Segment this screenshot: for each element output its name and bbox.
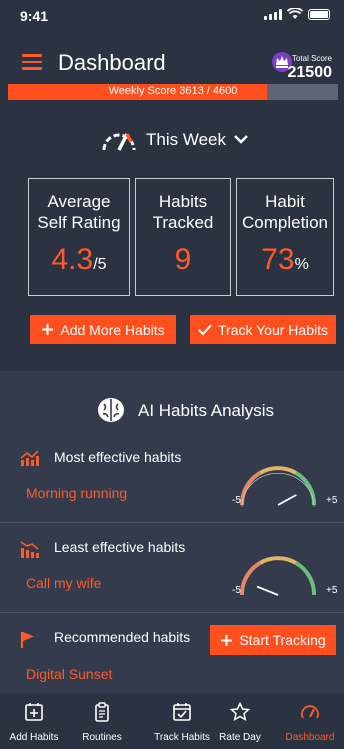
stat-card-self-rating: Average Self Rating 4.3/5: [28, 178, 130, 296]
add-more-habits-button[interactable]: Add More Habits: [30, 315, 176, 344]
effectiveness-gauge: [239, 466, 317, 507]
status-icons: [264, 8, 330, 20]
chevron-down-icon: [234, 135, 248, 144]
ai-analysis-section: AI Habits Analysis Most effective habits…: [0, 371, 344, 694]
weekly-score-bar: Weekly Score 3613 / 4600: [8, 84, 338, 100]
speedometer-icon: [301, 705, 319, 719]
total-score-label: Total Score: [291, 54, 332, 63]
gauge-max-label: +5: [326, 585, 338, 596]
page-title: Dashboard: [58, 50, 166, 75]
bottom-tab-bar: Add Habits Routines Track Habits Rate Da…: [0, 694, 344, 749]
row-value: Digital Sunset: [26, 666, 113, 682]
star-icon: [230, 702, 250, 721]
row-label: Least effective habits: [54, 539, 186, 555]
row-label: Recommended habits: [54, 629, 191, 645]
plus-icon: [42, 324, 54, 335]
plus-icon: [221, 634, 233, 646]
stat-value: 4.3/5: [51, 243, 107, 276]
most-effective-row[interactable]: Most effective habits Morning running -5…: [0, 433, 344, 523]
battery-icon: [308, 8, 330, 20]
stat-card-habit-completion: Habit Completion 73%: [236, 178, 334, 296]
stat-title: Habits Tracked: [152, 192, 214, 232]
add-square-icon: [25, 703, 43, 721]
week-selector[interactable]: This Week: [0, 126, 344, 156]
row-label: Most effective habits: [54, 449, 182, 465]
trend-down-chart-icon: [20, 541, 39, 558]
clipboard-icon: [95, 702, 109, 722]
ai-analysis-title: AI Habits Analysis: [138, 401, 275, 420]
stat-title: Average Self Rating: [37, 192, 121, 232]
trend-up-chart-icon: [20, 450, 39, 466]
gauge-min-label: -5: [232, 585, 241, 596]
hamburger-menu-icon[interactable]: [22, 54, 42, 70]
wifi-icon: [287, 8, 303, 19]
calendar-check-icon: [173, 703, 191, 721]
stat-card-habits-tracked: Habits Tracked 9: [135, 178, 231, 296]
weekly-score-text: Weekly Score 3613 / 4600: [108, 85, 238, 97]
gauge-max-label: +5: [326, 495, 338, 506]
track-your-habits-button[interactable]: Track Your Habits: [190, 315, 336, 344]
signal-icon: [264, 8, 282, 20]
stat-value: 73%: [261, 243, 309, 276]
total-score-value: 21500: [287, 64, 333, 81]
app-header: Dashboard Total Score 21500: [0, 40, 344, 82]
start-tracking-button[interactable]: Start Tracking: [210, 625, 336, 655]
status-bar: 9:41: [0, 0, 344, 30]
speedometer-icon: [102, 133, 136, 151]
tab-dashboard[interactable]: Dashboard: [276, 702, 344, 743]
stat-value: 9: [174, 243, 192, 276]
row-value: Call my wife: [26, 575, 102, 591]
effectiveness-gauge: [239, 556, 317, 596]
tab-rate-day[interactable]: Rate Day: [206, 702, 274, 743]
ai-analysis-header: AI Habits Analysis: [0, 395, 344, 425]
checkmark-icon: [198, 323, 212, 335]
tab-add-habits[interactable]: Add Habits: [0, 702, 68, 743]
row-value: Morning running: [26, 485, 128, 501]
status-time: 9:41: [20, 8, 49, 24]
brain-icon: [98, 398, 124, 422]
gauge-min-label: -5: [232, 495, 241, 506]
stat-title: Habit Completion: [242, 192, 328, 232]
least-effective-row[interactable]: Least effective habits Call my wife -5 +…: [0, 523, 344, 613]
week-selector-label: This Week: [146, 130, 226, 149]
flag-icon: [20, 632, 34, 648]
tab-routines[interactable]: Routines: [68, 702, 136, 743]
